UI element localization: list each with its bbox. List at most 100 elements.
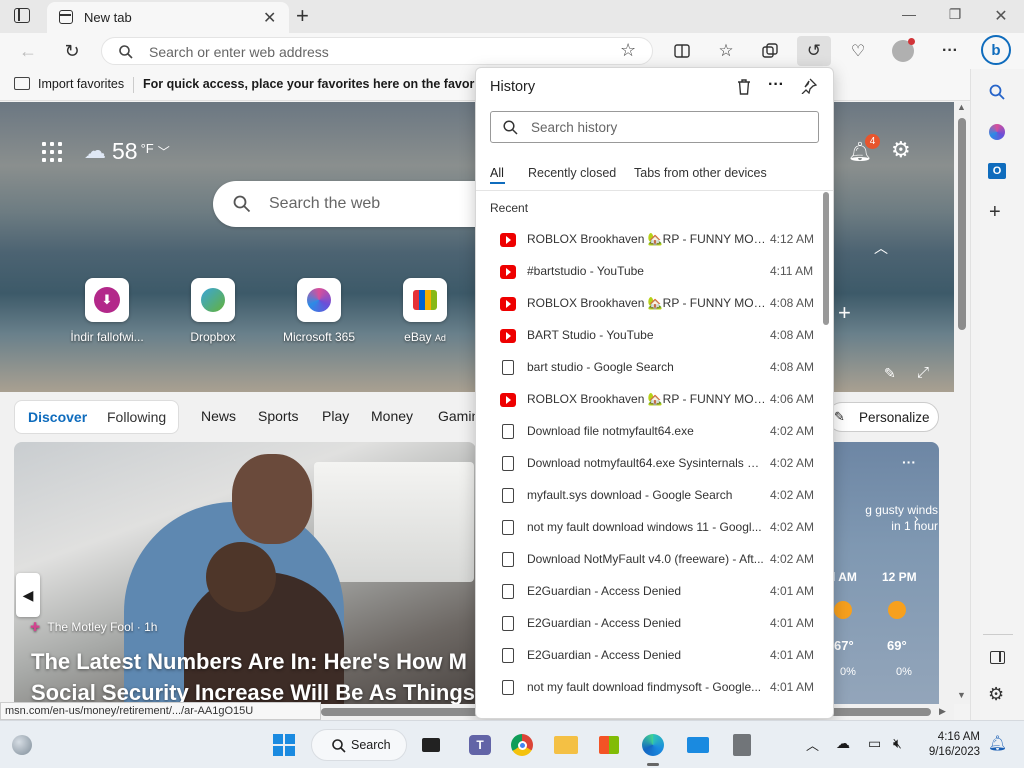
edit-background-icon[interactable]: ✎ xyxy=(884,365,896,382)
settings-more-icon[interactable]: ··· xyxy=(938,39,962,63)
weather-forecast-card[interactable]: ··· g gusty winds in 1 hour › l AM 12 PM… xyxy=(832,442,939,704)
outlook-icon[interactable]: O xyxy=(988,163,1006,179)
edge-icon[interactable] xyxy=(639,731,667,759)
article-prev-button[interactable]: ◀ xyxy=(16,573,40,617)
history-item[interactable]: myfault.sys download - Google Search 4:02… xyxy=(476,480,821,512)
minimize-button[interactable]: — xyxy=(889,6,929,26)
widgets-icon[interactable] xyxy=(12,735,32,755)
split-screen-icon[interactable] xyxy=(670,39,694,63)
chrome-icon[interactable] xyxy=(508,731,536,759)
quick-link-indir[interactable]: ⬇ İndir fallofwi... xyxy=(62,278,152,344)
article-headline[interactable]: The Latest Numbers Are In: Here's How M … xyxy=(31,646,475,704)
display-icon[interactable]: ▭ xyxy=(868,735,881,752)
page-vertical-scrollbar[interactable]: ▲ ▼ xyxy=(954,102,970,704)
tab-sports[interactable]: Sports xyxy=(258,408,298,424)
browser-essentials-icon[interactable]: ♡ xyxy=(846,39,870,63)
favorite-star-icon[interactable]: ☆ xyxy=(620,40,636,61)
mail-icon[interactable] xyxy=(684,731,712,759)
history-item[interactable]: ROBLOX Brookhaven 🏡RP - FUNNY MOM... 4:06… xyxy=(476,384,821,416)
history-item[interactable]: not my fault download findmysoft - Googl… xyxy=(476,672,821,704)
history-item[interactable]: E2Guardian - Access Denied 4:01 AM xyxy=(476,576,821,608)
taskbar-search[interactable]: Search xyxy=(311,729,407,761)
add-sidebar-app-icon[interactable]: + xyxy=(989,201,1001,224)
tab-gaming[interactable]: Gamin xyxy=(438,408,479,424)
page-settings-icon[interactable]: ⚙ xyxy=(891,137,911,163)
close-window-button[interactable]: ✕ xyxy=(981,6,1021,26)
volume-muted-icon[interactable]: 🔇︎ xyxy=(893,735,902,752)
filter-recently-closed[interactable]: Recently closed xyxy=(528,166,616,180)
notifications-bell[interactable]: 🔔︎ 4 xyxy=(848,134,880,164)
profile-avatar[interactable] xyxy=(892,38,915,62)
article-card[interactable]: ◀ ✚ The Motley Fool · 1h The Latest Numb… xyxy=(14,442,476,704)
history-icon[interactable]: ↺ xyxy=(802,39,826,63)
weather-widget[interactable]: ☁ 58 °F ﹀ xyxy=(84,136,170,166)
teams-icon[interactable]: T xyxy=(466,731,494,759)
quick-link-dropbox[interactable]: Dropbox xyxy=(168,278,258,344)
collapse-up-icon[interactable]: ︿ xyxy=(874,238,888,258)
tab-money[interactable]: Money xyxy=(371,408,413,424)
tab-new-tab[interactable]: New tab ✕ xyxy=(47,2,289,33)
history-more-icon[interactable]: ··· xyxy=(768,76,784,94)
history-item[interactable]: E2Guardian - Access Denied 4:01 AM xyxy=(476,640,821,672)
history-search-box[interactable]: Search history xyxy=(490,111,819,143)
history-scroll-thumb[interactable] xyxy=(823,192,829,325)
refresh-icon[interactable]: ↻ xyxy=(60,39,84,63)
history-item[interactable]: E2Guardian - Access Denied 4:01 AM xyxy=(476,608,821,640)
task-view-icon[interactable] xyxy=(417,731,445,759)
restore-button[interactable]: ❐ xyxy=(935,6,975,26)
tab-actions-icon[interactable] xyxy=(14,8,30,23)
history-item[interactable]: Download notmyfault64.exe Sysinternals M… xyxy=(476,448,821,480)
tab-discover[interactable]: Discover xyxy=(28,409,87,425)
new-tab-button[interactable]: + xyxy=(296,3,309,29)
history-item[interactable]: Download NotMyFault v4.0 (freeware) - Af… xyxy=(476,544,821,576)
hide-sidebar-icon[interactable] xyxy=(990,651,1005,664)
sidebar-search-icon[interactable] xyxy=(989,84,1005,100)
add-quick-link-icon[interactable]: + xyxy=(838,300,851,326)
apps-launcher-icon[interactable] xyxy=(42,142,62,162)
history-scrollbar[interactable] xyxy=(822,192,830,718)
tab-play[interactable]: Play xyxy=(322,408,349,424)
weather-alert[interactable]: g gusty winds in 1 hour xyxy=(828,502,938,534)
scroll-thumb[interactable] xyxy=(958,118,966,330)
show-hidden-icons[interactable]: ︿ xyxy=(806,735,819,754)
tab-following[interactable]: Following xyxy=(107,409,166,425)
chevron-right-icon[interactable]: › xyxy=(914,510,919,526)
delete-history-icon[interactable] xyxy=(736,78,752,96)
web-search-box[interactable]: Search the web xyxy=(213,181,493,227)
notification-center-icon[interactable]: 🔔︎ xyxy=(988,734,1007,752)
scroll-down-icon[interactable]: ▼ xyxy=(957,690,966,700)
collections-icon[interactable] xyxy=(758,39,782,63)
calculator-icon[interactable] xyxy=(728,731,756,759)
favorites-icon[interactable]: ☆ xyxy=(714,39,738,63)
start-button[interactable] xyxy=(270,731,298,759)
file-explorer-icon[interactable] xyxy=(552,731,580,759)
scroll-right-icon[interactable]: ▶ xyxy=(939,706,946,717)
back-arrow-icon[interactable]: ← xyxy=(16,39,40,63)
sidebar-settings-icon[interactable]: ⚙ xyxy=(988,684,1004,705)
history-item[interactable]: Download file notmyfault64.exe 4:02 AM xyxy=(476,416,821,448)
scroll-up-icon[interactable]: ▲ xyxy=(957,102,966,112)
expand-icon[interactable]: ⤢ xyxy=(917,364,929,381)
tab-news[interactable]: News xyxy=(201,408,236,424)
clock[interactable]: 4:16 AM 9/16/2023 xyxy=(920,730,980,760)
history-item[interactable]: #bartstudio - YouTube 4:11 AM xyxy=(476,256,821,288)
history-item[interactable]: ROBLOX Brookhaven 🏡RP - FUNNY MOM... 4:08… xyxy=(476,288,821,320)
history-item[interactable]: bart studio - Google Search 4:08 AM xyxy=(476,352,821,384)
import-favorites-link[interactable]: Import favorites xyxy=(38,77,124,91)
address-bar[interactable]: Search or enter web address ☆ xyxy=(101,37,653,65)
bing-copilot-icon[interactable]: b xyxy=(981,35,1011,65)
close-tab-icon[interactable]: ✕ xyxy=(263,8,276,28)
history-item[interactable]: ROBLOX Brookhaven 🏡RP - FUNNY MOM... 4:12… xyxy=(476,224,821,256)
microsoft-store-icon[interactable] xyxy=(595,731,623,759)
history-item[interactable]: not my fault download windows 11 - Googl… xyxy=(476,512,821,544)
quick-link-ebay[interactable]: eBay Ad xyxy=(380,278,470,344)
history-item[interactable]: BART Studio - YouTube 4:08 AM xyxy=(476,320,821,352)
personalize-button[interactable]: ✎ Personalize xyxy=(827,402,939,432)
filter-all[interactable]: All xyxy=(490,166,504,180)
quick-link-microsoft365[interactable]: Microsoft 365 xyxy=(274,278,364,344)
network-icon[interactable]: ☁ xyxy=(836,735,850,752)
pin-icon[interactable] xyxy=(801,78,817,94)
microsoft365-sidebar-icon[interactable] xyxy=(989,124,1005,140)
filter-other-devices[interactable]: Tabs from other devices xyxy=(634,166,767,180)
more-options-icon[interactable]: ··· xyxy=(902,454,916,470)
